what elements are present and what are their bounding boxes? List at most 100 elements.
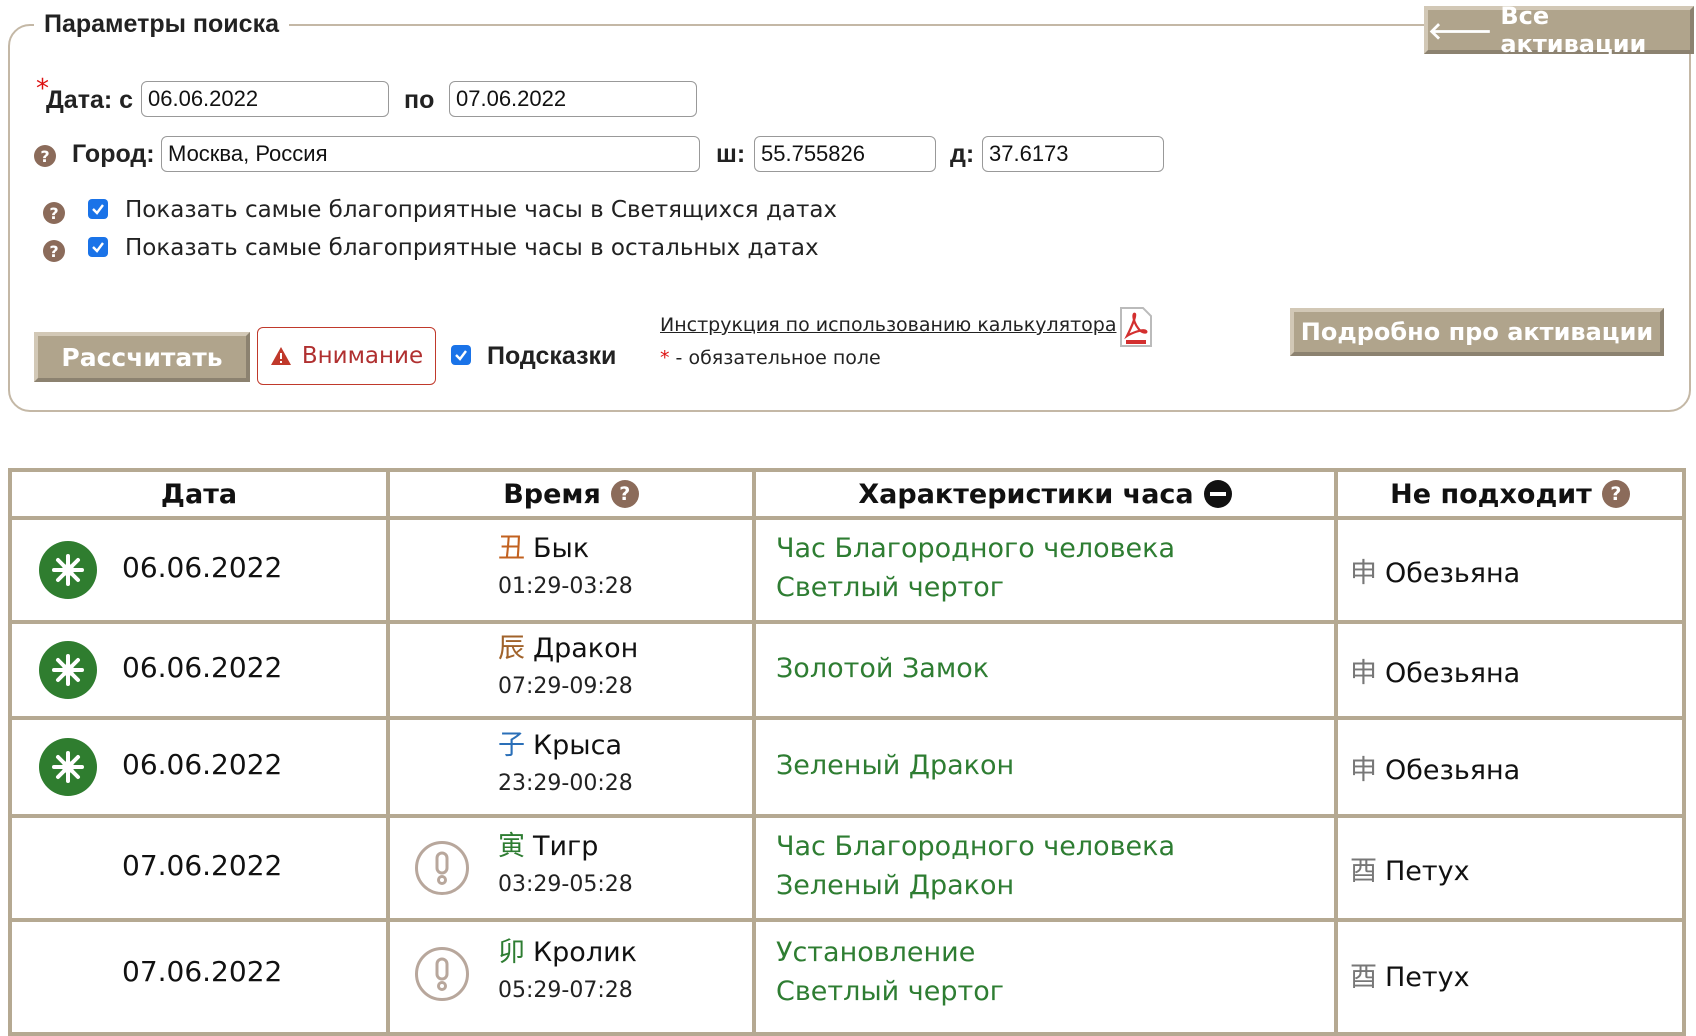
hour-name: 子 Крыса [498, 723, 622, 762]
not-suitable-hieroglyph: 酉 [1350, 962, 1377, 993]
not-suitable-name: Обезьяна [1385, 755, 1521, 786]
warning-icon [270, 347, 291, 365]
hour-range: 23:29-00:28 [498, 771, 633, 796]
row-date: 06.06.2022 [122, 551, 283, 584]
table-grid-line [12, 814, 1682, 818]
header-characteristics: Характеристики часа [756, 472, 1334, 516]
hour-animal: Бык [533, 533, 590, 564]
table-grid-line [12, 516, 1682, 520]
header-time-label: Время [503, 478, 601, 510]
arrow-left-icon: 🡐 [1428, 16, 1493, 45]
hour-characteristics: Зеленый Дракон [776, 746, 1014, 785]
hour-hieroglyph: 子 [498, 730, 525, 761]
longitude-input[interactable] [982, 136, 1164, 172]
activation-details-button[interactable]: Подробно про активации [1290, 308, 1664, 356]
shining-checkbox-label: Показать самые благоприятные часы в Свет… [125, 197, 838, 223]
collapse-icon[interactable] [1203, 480, 1232, 508]
shining-date-icon [39, 541, 97, 599]
check-icon [92, 204, 104, 215]
hour-characteristics: Установление Светлый чертог [776, 933, 1004, 1011]
hints-checkbox[interactable] [451, 345, 471, 365]
hour-animal: Дракон [533, 633, 639, 664]
header-not-suitable-label: Не подходит [1390, 478, 1592, 510]
not-suitable-animal: 申 Обезьяна [1350, 651, 1520, 690]
calculate-button[interactable]: Рассчитать [34, 332, 250, 382]
characteristic-item: Зеленый Дракон [776, 870, 1015, 901]
other-checkbox-label: Показать самые благоприятные часы в оста… [125, 235, 819, 261]
attention-label: Внимание [301, 343, 424, 369]
date-from-input[interactable] [141, 81, 389, 117]
not-suitable-name: Обезьяна [1385, 558, 1521, 589]
date-to-label: по [404, 86, 435, 114]
attention-button[interactable]: Внимание [257, 327, 436, 385]
all-activations-label: Все активации [1500, 2, 1647, 58]
not-suitable-hieroglyph: 酉 [1350, 856, 1377, 887]
not-suitable-hieroglyph: 申 [1350, 755, 1377, 786]
date-from-label: Дата: с [46, 86, 134, 114]
other-checkbox[interactable] [88, 237, 108, 257]
hour-hieroglyph: 寅 [498, 831, 525, 862]
longitude-label: д: [950, 140, 975, 168]
required-note-star: * [660, 347, 676, 369]
hints-label: Подсказки [487, 342, 617, 370]
hour-characteristics: Золотой Замок [776, 649, 989, 688]
other-help-icon[interactable]: ? [43, 240, 65, 262]
hour-range: 05:29-07:28 [498, 978, 633, 1003]
table-grid-line [12, 620, 1682, 624]
caution-icon[interactable] [415, 841, 469, 895]
date-to-input[interactable] [449, 81, 697, 117]
row-date: 07.06.2022 [122, 849, 283, 882]
city-input[interactable] [161, 136, 700, 172]
hour-name: 丑 Бык [498, 526, 589, 565]
shining-help-icon[interactable]: ? [43, 202, 65, 224]
city-help-icon[interactable]: ? [34, 145, 56, 167]
hour-range: 01:29-03:28 [498, 574, 633, 599]
not-suitable-animal: 申 Обезьяна [1350, 551, 1520, 590]
row-date: 07.06.2022 [122, 955, 283, 988]
shining-date-icon [39, 738, 97, 796]
hour-characteristics: Час Благородного человека Светлый чертог [776, 529, 1175, 607]
results-table: Дата Время ? Характеристики часа Не подх… [8, 468, 1686, 1036]
shining-checkbox[interactable] [88, 199, 108, 219]
hour-animal: Тигр [533, 831, 599, 862]
table-grid-line [12, 918, 1682, 922]
hour-hieroglyph: 辰 [498, 633, 525, 664]
header-time: Время ? [390, 472, 752, 516]
caution-icon[interactable] [415, 947, 469, 1001]
hour-range: 07:29-09:28 [498, 674, 633, 699]
not-suitable-animal: 酉 Петух [1350, 849, 1470, 888]
hour-animal: Кролик [533, 937, 637, 968]
table-grid-line [752, 472, 756, 1032]
characteristic-item: Установление [776, 937, 976, 968]
hour-name: 卯 Кролик [498, 930, 637, 969]
required-note: * - обязательное поле [660, 347, 881, 369]
hour-hieroglyph: 卯 [498, 937, 525, 968]
not-suitable-animal: 酉 Петух [1350, 955, 1470, 994]
characteristic-item: Зеленый Дракон [776, 749, 1015, 781]
header-not-suitable: Не подходит ? [1338, 472, 1682, 516]
characteristic-item: Час Благородного человека [776, 831, 1176, 862]
characteristic-item: Час Благородного человека [776, 533, 1176, 564]
hour-characteristics: Час Благородного человека Зеленый Дракон [776, 827, 1175, 905]
hour-hieroglyph: 丑 [498, 533, 525, 564]
instruction-link[interactable]: Инструкция по использованию калькулятора [660, 314, 1116, 336]
table-grid-line [1334, 472, 1338, 1032]
not-suitable-help-icon[interactable]: ? [1601, 480, 1630, 508]
characteristic-item: Золотой Замок [776, 652, 990, 684]
check-icon [455, 350, 467, 361]
hour-animal: Крыса [533, 730, 623, 761]
shining-date-icon [39, 641, 97, 699]
not-suitable-animal: 申 Обезьяна [1350, 748, 1520, 787]
latitude-input[interactable] [754, 136, 936, 172]
characteristic-item: Светлый чертог [776, 572, 1004, 603]
hour-range: 03:29-05:28 [498, 872, 633, 897]
row-date: 06.06.2022 [122, 748, 283, 781]
time-help-icon[interactable]: ? [610, 480, 639, 508]
table-grid-line [386, 472, 390, 1032]
city-label: Город: [72, 140, 155, 168]
pdf-icon[interactable] [1118, 306, 1154, 352]
check-icon [92, 242, 104, 253]
not-suitable-name: Петух [1385, 962, 1470, 993]
all-activations-button[interactable]: 🡐 Все активации [1424, 2, 1694, 58]
header-characteristics-label: Характеристики часа [858, 478, 1194, 510]
